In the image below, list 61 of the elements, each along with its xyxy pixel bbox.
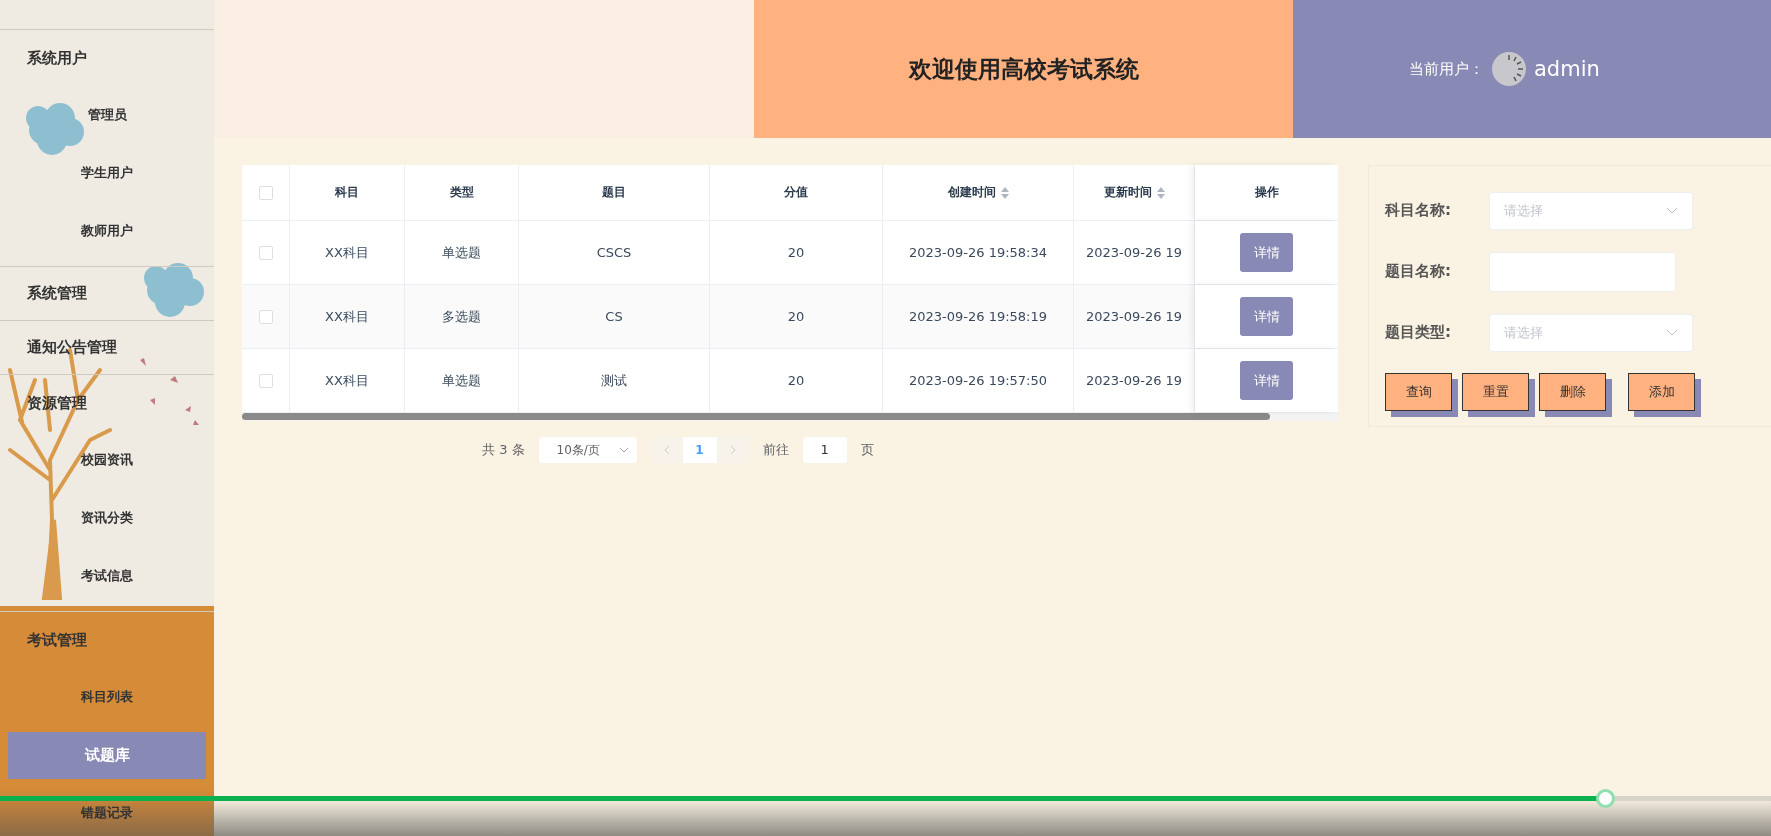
user-label: 当前用户： bbox=[1409, 59, 1484, 79]
column-header: 科目 bbox=[335, 184, 359, 201]
sidebar-group[interactable]: 系统用户 bbox=[0, 30, 214, 86]
sidebar-item[interactable]: 错题记录 bbox=[8, 803, 206, 823]
input-field[interactable] bbox=[1489, 251, 1676, 292]
sidebar-group[interactable]: 考试管理 bbox=[0, 612, 214, 668]
table-cell: 20 bbox=[787, 309, 805, 324]
page-size-select[interactable]: 10条/页 bbox=[538, 437, 637, 463]
table-cell: 20 bbox=[787, 245, 805, 260]
checkbox[interactable] bbox=[258, 309, 273, 324]
table-cell: 2023-09-26 19 bbox=[1085, 309, 1183, 324]
user-name: admin bbox=[1534, 57, 1600, 81]
sort-icon[interactable] bbox=[1156, 186, 1165, 199]
table-cell: 单选题 bbox=[442, 371, 481, 390]
goto-page-field[interactable]: 1 bbox=[802, 437, 847, 463]
sidebar-item[interactable]: 教师用户 bbox=[8, 221, 206, 241]
table-cell: 2023-09-26 19:57:50 bbox=[908, 373, 1048, 388]
sidebar-item[interactable]: 校园资讯 bbox=[8, 450, 206, 470]
sidebar-item[interactable]: 资讯分类 bbox=[8, 508, 206, 528]
table-cell: CS bbox=[605, 309, 623, 324]
table-cell: XX科目 bbox=[325, 243, 369, 262]
sidebar-item[interactable]: 科目列表 bbox=[8, 687, 206, 707]
goto-label: 前往 bbox=[762, 441, 789, 459]
column-header: 分值 bbox=[784, 184, 808, 201]
column-header: 操作 bbox=[1254, 184, 1279, 201]
field-label: 题目名称: bbox=[1385, 262, 1452, 281]
table-cell: 2023-09-26 19 bbox=[1085, 373, 1183, 388]
column-header: 类型 bbox=[449, 184, 474, 201]
checkbox[interactable] bbox=[258, 373, 273, 388]
progress-handle[interactable] bbox=[1595, 789, 1615, 808]
sidebar-item[interactable]: 学生用户 bbox=[8, 163, 206, 183]
checkbox[interactable] bbox=[258, 185, 273, 200]
sort-icon[interactable] bbox=[1000, 186, 1009, 199]
avatar-icon bbox=[1492, 52, 1526, 86]
checkbox[interactable] bbox=[258, 245, 273, 260]
sidebar-group[interactable]: 系统管理 bbox=[0, 267, 214, 320]
table-cell: 20 bbox=[787, 373, 805, 388]
column-header: 创建时间 bbox=[947, 184, 996, 201]
chevron-down-icon bbox=[1666, 207, 1678, 214]
total-count: 共 3 条 bbox=[482, 441, 525, 459]
table-cell: 单选题 bbox=[442, 243, 481, 262]
chevron-down-icon bbox=[1666, 329, 1678, 336]
sidebar-item[interactable]: 管理员 bbox=[8, 105, 206, 125]
table-cell: 2023-09-26 19 bbox=[1085, 245, 1183, 260]
field-label: 题目类型: bbox=[1385, 323, 1452, 342]
column-header: 题目 bbox=[602, 184, 626, 201]
chevron-down-icon bbox=[618, 447, 629, 453]
table-cell: 测试 bbox=[601, 371, 627, 390]
table-cell: XX科目 bbox=[325, 371, 369, 390]
table-cell: CSCS bbox=[596, 245, 632, 260]
table-cell: XX科目 bbox=[325, 307, 369, 326]
table-cell: 2023-09-26 19:58:34 bbox=[908, 245, 1048, 260]
field-label: 科目名称: bbox=[1385, 201, 1452, 220]
table-cell: 2023-09-26 19:58:19 bbox=[908, 309, 1048, 324]
page-title: 欢迎使用高校考试系统 bbox=[908, 54, 1139, 84]
sidebar-item[interactable]: 考试信息 bbox=[8, 566, 206, 586]
goto-suffix: 页 bbox=[860, 441, 874, 459]
scrollbar[interactable] bbox=[242, 413, 1270, 420]
table-cell: 多选题 bbox=[442, 307, 481, 326]
sidebar-group[interactable]: 通知公告管理 bbox=[0, 321, 214, 374]
column-header: 更新时间 bbox=[1103, 184, 1152, 201]
